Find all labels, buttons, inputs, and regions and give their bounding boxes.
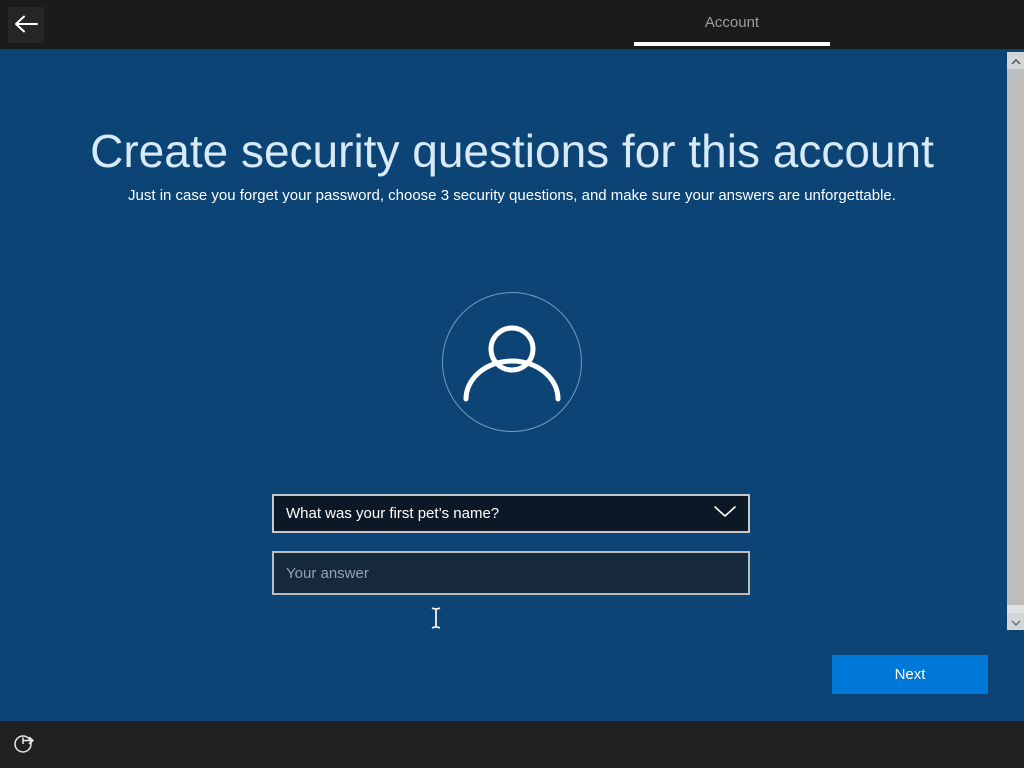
chevron-up-icon — [1010, 52, 1021, 70]
scrollbar-thumb[interactable] — [1007, 69, 1024, 605]
user-avatar-icon — [442, 292, 582, 432]
bottom-bar — [0, 721, 1024, 768]
chevron-down-icon — [714, 505, 736, 523]
back-button[interactable] — [8, 7, 44, 43]
ease-of-access-icon — [12, 731, 36, 758]
tab-account-label: Account — [704, 14, 760, 31]
security-question-selected-value: What was your first pet’s name? — [286, 505, 500, 522]
page-subtitle: Just in case you forget your password, c… — [128, 187, 896, 204]
top-bar: Account — [0, 0, 1024, 49]
security-question-dropdown[interactable]: What was your first pet’s name? — [272, 494, 750, 533]
next-button[interactable]: Next — [832, 655, 988, 694]
oobe-content: Create security questions for this accou… — [0, 49, 1024, 721]
answer-input[interactable] — [274, 553, 748, 593]
chevron-down-small-icon — [1010, 613, 1021, 631]
answer-input-wrap — [272, 551, 750, 595]
text-ibeam-cursor — [430, 606, 442, 630]
tab-account-underline — [634, 42, 830, 46]
page-title: Create security questions for this accou… — [90, 125, 934, 177]
scroll-down-button[interactable] — [1007, 613, 1024, 630]
tab-account: Account — [634, 0, 830, 49]
ease-of-access-button[interactable] — [10, 730, 38, 758]
scroll-up-button[interactable] — [1007, 52, 1024, 69]
vertical-scrollbar[interactable] — [1007, 52, 1024, 630]
back-arrow-icon — [13, 13, 39, 38]
